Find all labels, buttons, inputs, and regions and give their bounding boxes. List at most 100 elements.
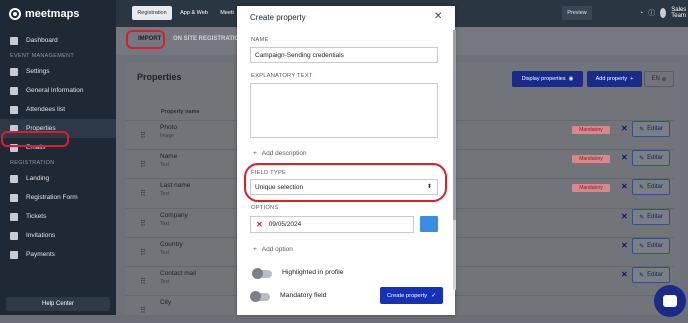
- row-name: Name: [160, 153, 178, 160]
- name-label: NAME: [251, 37, 269, 43]
- globe-icon: ⊕: [661, 76, 667, 83]
- language-select[interactable]: EN ⊕: [644, 71, 674, 87]
- row-name: City: [160, 299, 172, 306]
- delete-icon[interactable]: ✕: [621, 270, 628, 279]
- close-icon[interactable]: ✕: [434, 11, 442, 22]
- mandatory-label: Mandatory field: [280, 292, 327, 299]
- delete-icon[interactable]: ✕: [621, 212, 628, 221]
- row-name: Contact mail: [160, 270, 197, 277]
- tab-registration[interactable]: Registration: [132, 6, 172, 20]
- pencil-icon: ✎: [639, 126, 645, 133]
- column-property-name: Property name: [161, 109, 200, 115]
- drag-handle-icon[interactable]: ⠿: [140, 219, 146, 228]
- edit-button[interactable]: ✎ Editar: [632, 267, 670, 283]
- mandatory-toggle[interactable]: [250, 291, 270, 302]
- sidebar-item-landing[interactable]: Landing: [0, 169, 116, 188]
- card-icon: [10, 250, 18, 259]
- drag-handle-icon[interactable]: ⠿: [140, 248, 146, 257]
- tab-onsite-registration[interactable]: ON SITE REGISTRATION: [173, 36, 244, 42]
- envelope-icon: [10, 231, 18, 240]
- eye-icon: ◉: [568, 76, 574, 82]
- app-logo[interactable]: meetmaps: [0, 0, 116, 27]
- row-type: Text: [160, 221, 170, 227]
- chat-icon: [663, 295, 677, 307]
- edit-button[interactable]: ✎ Editar: [632, 209, 670, 225]
- edit-button[interactable]: ✎ Editar: [632, 121, 670, 137]
- row-name: Photo: [160, 124, 177, 131]
- pencil-icon: ✎: [639, 155, 645, 162]
- explanatory-text-label: EXPLANATORY TEXT: [251, 73, 313, 79]
- add-description-link[interactable]: + Add description: [253, 150, 307, 157]
- option-input[interactable]: ✕ 09/05/2024: [250, 216, 414, 233]
- highlighted-toggle[interactable]: [252, 268, 272, 279]
- sidebar-item-general-info[interactable]: General Information: [0, 81, 116, 100]
- user-menu[interactable]: ◔ ⓘ Sales Team: [639, 7, 688, 19]
- info-icon: [10, 86, 18, 95]
- modal-title: Create property: [250, 13, 306, 22]
- plus-icon: +: [253, 150, 257, 157]
- section-event-management: EVENT MANAGEMENT: [10, 53, 74, 59]
- pencil-icon: ✎: [639, 214, 645, 221]
- row-type: Text: [160, 279, 170, 285]
- form-icon: [10, 193, 18, 202]
- delete-icon[interactable]: ✕: [621, 241, 628, 250]
- drag-handle-icon[interactable]: ⠿: [140, 131, 146, 140]
- sidebar-item-dashboard[interactable]: Dashboard: [0, 31, 116, 50]
- edit-button[interactable]: ✎ Editar: [632, 179, 670, 195]
- sidebar-item-tickets[interactable]: Tickets: [0, 207, 116, 226]
- tab-app-web[interactable]: App & Web: [176, 6, 212, 20]
- create-property-button[interactable]: Create property ✓: [380, 287, 443, 304]
- display-properties-button[interactable]: Display properties ◉: [512, 71, 583, 87]
- bell-icon[interactable]: ◔: [639, 10, 643, 17]
- explanatory-text-input[interactable]: [250, 83, 438, 138]
- remove-option-icon[interactable]: ✕: [256, 220, 263, 229]
- edit-button[interactable]: ✎ Editar: [632, 238, 670, 254]
- row-type: Text: [160, 250, 170, 256]
- add-property-button[interactable]: Add property +: [587, 71, 642, 87]
- row-type: Text: [160, 162, 170, 168]
- dashboard-icon: [10, 36, 18, 45]
- chat-button[interactable]: [654, 285, 686, 317]
- pencil-icon: ✎: [639, 243, 645, 250]
- sidebar-item-payments[interactable]: Payments: [0, 245, 116, 264]
- name-input[interactable]: Campaign-Sending credentials: [250, 47, 438, 63]
- row-type: Text: [160, 191, 170, 197]
- sidebar-item-invitations[interactable]: Invitations: [0, 226, 116, 245]
- add-option-link[interactable]: + Add option: [253, 246, 293, 253]
- field-type-highlight: [244, 163, 447, 202]
- modal-scrollbar[interactable]: [453, 30, 456, 220]
- row-name: Last name: [160, 182, 191, 189]
- mandatory-badge: Mandatory: [572, 184, 610, 192]
- sidebar-item-settings[interactable]: Settings: [0, 62, 116, 81]
- mandatory-badge: Mandatory: [572, 126, 610, 134]
- delete-icon[interactable]: ✕: [621, 124, 628, 133]
- pencil-icon: ✎: [639, 184, 645, 191]
- plus-icon: +: [630, 76, 634, 82]
- page-title: Properties: [137, 72, 182, 82]
- row-name: Company: [160, 212, 188, 219]
- ticket-icon: [10, 212, 18, 221]
- sidebar: meetmaps Dashboard EVENT MANAGEMENT Sett…: [0, 0, 116, 315]
- tab-meetings[interactable]: Meeti: [216, 6, 238, 20]
- help-center-button[interactable]: Help Center: [6, 297, 110, 311]
- import-highlight: [126, 30, 165, 49]
- delete-icon[interactable]: ✕: [621, 182, 628, 191]
- drag-handle-icon[interactable]: ⠿: [140, 160, 146, 169]
- globe-icon: [10, 174, 18, 183]
- sidebar-item-attendees[interactable]: Attendees list: [0, 100, 116, 119]
- plus-icon: +: [253, 246, 257, 253]
- edit-button[interactable]: ✎ Editar: [632, 150, 670, 166]
- properties-highlight: [1, 131, 69, 147]
- sidebar-item-registration-form[interactable]: Registration Form: [0, 188, 116, 207]
- row-type: Image: [160, 133, 174, 139]
- delete-icon[interactable]: ✕: [621, 153, 628, 162]
- gear-icon: [10, 67, 18, 76]
- options-label: OPTIONS: [251, 205, 279, 211]
- help-icon[interactable]: ⓘ: [648, 8, 655, 18]
- option-color-picker[interactable]: [420, 216, 438, 232]
- preview-button[interactable]: Preview: [562, 6, 592, 20]
- drag-handle-icon[interactable]: ⠿: [140, 189, 146, 198]
- users-icon: [10, 105, 18, 114]
- drag-handle-icon[interactable]: ⠿: [140, 277, 146, 286]
- drag-handle-icon[interactable]: ⠿: [140, 306, 146, 315]
